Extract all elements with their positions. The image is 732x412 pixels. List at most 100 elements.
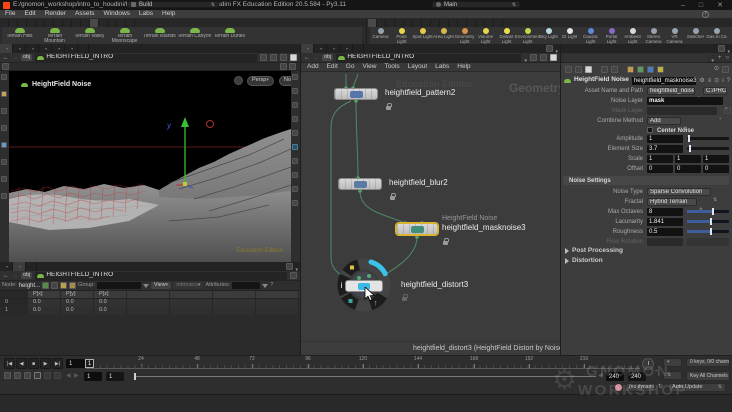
mask-layer-input[interactable] [647,106,717,115]
asset-path-select[interactable]: C:/PROGRA~1/SIDEE... [703,86,727,95]
pane-tab[interactable] [301,44,315,53]
max-octaves-slider[interactable] [687,208,729,215]
pin-icon[interactable] [530,54,537,61]
grid-view-icon[interactable] [601,65,608,73]
roughness-input[interactable]: 0.5 [647,227,683,236]
shelf-tab[interactable] [90,19,99,27]
amplitude-input[interactable]: 1 [647,134,683,143]
audio-toggle-icon[interactable] [14,372,21,379]
back-icon[interactable]: ← [3,273,9,279]
combine-select[interactable]: Add [647,116,681,125]
pane-tab[interactable] [39,44,53,53]
rotate-tool-icon[interactable] [1,108,7,114]
pane-tab[interactable] [52,44,66,53]
shelf-tool[interactable]: Portal Light [601,27,622,44]
shelf-tool[interactable]: Volume Light [475,27,496,44]
asset-name-select[interactable]: heightfield_noise [647,86,695,95]
pane-tab[interactable] [78,44,90,53]
color-swatch-icon[interactable] [290,54,297,61]
loop-mode-icon[interactable] [24,372,31,379]
display-option-icon[interactable] [292,74,298,80]
range-slider-handle[interactable] [134,373,136,380]
shelf-tool[interactable]: Terrain Dunes [212,27,247,39]
table-row[interactable]: 0 0.0 0.0 0.0 [0,299,300,307]
shelf-tool[interactable]: Terrain Mountain [37,27,72,44]
filter-icon[interactable] [142,283,149,288]
shelf-tool[interactable]: Terrain Canyon [177,27,212,39]
scale-tool-icon[interactable] [1,125,7,131]
go-last-frame-button[interactable] [52,358,63,369]
pane-tab[interactable] [13,262,27,271]
group-input[interactable] [96,282,141,289]
shelf-tool[interactable]: Terrain Islands [142,27,177,39]
element-size-slider[interactable] [687,145,729,152]
network-menu-item[interactable]: Layout [408,63,428,71]
path-field[interactable]: HEIGHTFIELD_INTRO [336,53,522,62]
center-noise-checkbox[interactable] [647,127,653,133]
shelf-tab[interactable] [404,19,413,27]
shade-mode-icon[interactable] [292,88,298,94]
shelf-tool[interactable]: Terrain Valley [72,27,107,39]
view-options-icon[interactable] [292,200,298,206]
context-chip[interactable]: obj [21,271,33,280]
shelf-tab[interactable] [63,19,72,27]
pane-tab[interactable] [340,44,354,53]
node-heightfield-pattern2[interactable] [334,88,378,100]
info-icon[interactable]: i [722,78,723,84]
shelf-tab[interactable] [494,19,503,27]
offset-z-input[interactable]: 0 [703,164,729,173]
shelf-tool[interactable]: VR Camera [664,27,685,44]
shelf-tab[interactable] [0,19,9,27]
network-menu-item[interactable]: Tools [384,63,399,71]
shelf-tab[interactable] [431,19,440,27]
shelf-tool[interactable]: Gas In Ca [706,27,727,40]
column-header[interactable]: P[z] [94,291,127,298]
magnify-icon[interactable]: ⊙ [714,78,719,84]
clock-icon[interactable] [270,54,277,61]
gear-icon[interactable]: ⚙ [699,78,704,84]
shelf-tool[interactable]: Caustic Light [580,27,601,44]
shelf-tool[interactable]: Distant Light [496,27,517,44]
pane-split-icon[interactable] [718,45,726,52]
range-end2-input[interactable]: 240 [628,372,646,381]
white-swatch-icon[interactable] [585,65,592,73]
max-octaves-input[interactable]: 8 [647,207,683,216]
distortion-section[interactable]: Distortion [565,257,603,265]
noise-layer-input[interactable]: mask [647,96,723,105]
shelf-tool[interactable]: Point Light [391,27,412,44]
shelf-tool[interactable]: Area Light [433,27,454,40]
lacunarity-input[interactable]: 1.841 [647,217,683,226]
shelf-tab[interactable] [126,19,135,27]
key-all-channels-button[interactable]: Key All Channels [686,371,730,381]
intrinsics-dropdown[interactable]: Intrinsics [173,281,204,290]
node-value[interactable]: height... [19,283,40,289]
forward-icon[interactable]: → [12,273,18,279]
shelf-tab[interactable] [45,19,54,27]
shelf-tab[interactable] [18,19,27,27]
search-icon[interactable]: ⊙ [714,66,719,72]
shelf-tab[interactable] [9,19,18,27]
detail-class-icon[interactable] [69,282,77,289]
table-row[interactable]: 1 0.0 0.0 0.0 [0,307,300,315]
fps-gauge-icon[interactable] [642,358,654,370]
stop-button[interactable] [28,358,39,369]
shelf-tab[interactable] [422,19,431,27]
shelf-tab[interactable] [377,19,386,27]
offset-y-input[interactable]: 0 [675,164,701,173]
path-field[interactable]: HEIGHTFIELD_INTRO [35,53,257,62]
menu-item[interactable]: Help [162,10,175,18]
vertices-class-icon[interactable] [51,282,59,289]
folder-green-icon[interactable] [637,65,644,73]
lighting-icon[interactable] [292,172,298,178]
shelf-tool[interactable]: Ambient Light [622,27,643,44]
lock-icon[interactable] [402,294,408,301]
noise-type-select[interactable]: Sparse Convolution [647,187,711,196]
wrench-icon[interactable] [565,65,572,73]
shelf-tool[interactable]: Spot Light [412,27,433,40]
node-heightfield-blur2[interactable] [338,178,382,190]
snap-icon[interactable] [280,54,287,61]
shelf-tab[interactable] [449,19,458,27]
shelf-tab[interactable] [99,19,108,27]
pane-tab[interactable] [327,44,341,53]
snapshot-icon[interactable] [234,76,243,85]
